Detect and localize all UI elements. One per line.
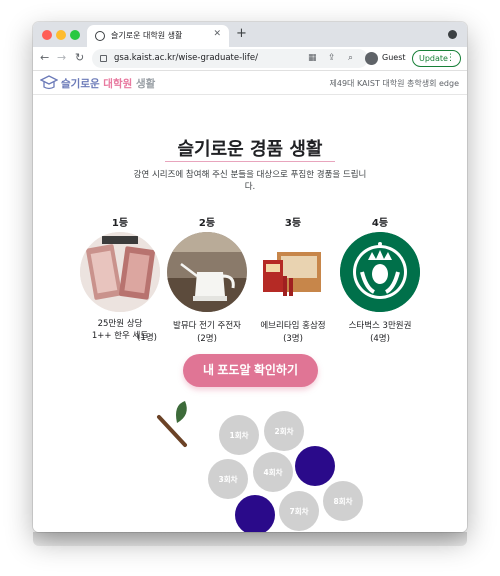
reload-icon[interactable]: ↻ (75, 51, 84, 64)
close-tab-icon[interactable]: ✕ (213, 29, 221, 39)
profile-label[interactable]: Guest (382, 53, 406, 62)
browser-window: 슬기로운 대학원 생활 ✕ + ← → ↻ gsa.kaist.ac.kr/wi… (33, 22, 467, 532)
update-button[interactable]: Update ⋮ (412, 50, 461, 67)
zoom-icon[interactable]: ⌕ (348, 53, 353, 63)
minimize-window-button[interactable] (56, 30, 66, 40)
page-subtitle: 강연 시리즈에 참여해 주신 분들을 대상으로 푸짐한 경품을 드립니다. (133, 170, 367, 192)
prize-3-rank: 3등 (284, 218, 302, 229)
grape-stem-icon (157, 401, 187, 447)
grape-7[interactable]: 7회차 (279, 491, 319, 531)
tab-strip: 슬기로운 대학원 생활 ✕ + (33, 22, 467, 47)
kebab-menu-icon: ⋮ (446, 53, 455, 63)
site-title-part-3: 생활 (135, 78, 156, 90)
grape-4[interactable]: 4회차 (253, 452, 293, 492)
share-icon[interactable]: ⇪ (328, 53, 336, 63)
prize-1-rank: 1등 (111, 218, 129, 229)
grape-3[interactable]: 3회차 (208, 459, 248, 499)
url-text[interactable]: gsa.kaist.ac.kr/wise-graduate-life/ (114, 53, 258, 63)
lock-icon[interactable] (100, 55, 107, 62)
prize-4-rank: 4등 (371, 218, 389, 229)
qr-code-icon[interactable]: ▦ (308, 53, 317, 63)
grape-label: 7회차 (289, 507, 309, 516)
window-shadow (33, 532, 467, 546)
grape-label: 8회차 (333, 497, 353, 506)
grape-label: 2회차 (274, 427, 294, 436)
grape-5[interactable] (295, 446, 335, 486)
site-title-part-2: 대학원 (103, 78, 133, 90)
graduation-cap-icon (40, 75, 58, 90)
close-window-button[interactable] (42, 30, 52, 40)
globe-icon (95, 31, 105, 41)
prize-1-count: (1명) (137, 333, 157, 343)
beef-gift-set-image (80, 232, 160, 312)
address-bar[interactable]: gsa.kaist.ac.kr/wise-graduate-life/ ▦ ⇪ … (92, 49, 368, 68)
grape-6[interactable] (235, 495, 275, 532)
organization-label: 제49대 KAIST 대학원 총학생회 edge (329, 79, 460, 88)
grape-1[interactable]: 1회차 (219, 415, 259, 455)
tab-search-icon[interactable] (448, 30, 457, 39)
profile-avatar-icon[interactable] (365, 52, 378, 65)
maximize-window-button[interactable] (70, 30, 80, 40)
site-title-link[interactable]: 슬기로운 대학원 생활 (61, 76, 155, 91)
check-my-grapes-button[interactable]: 내 포도알 확인하기 (183, 354, 318, 387)
forward-icon[interactable]: → (57, 51, 66, 64)
grape-label: 3회차 (218, 475, 238, 484)
site-title-part-1: 슬기로운 (61, 78, 100, 90)
prize-4-name: 스타벅스 3만원권 (348, 321, 412, 331)
page-title: 슬기로운 경품 생활 (177, 139, 323, 160)
red-ginseng-image (253, 232, 333, 312)
grape-label: 1회차 (229, 431, 249, 440)
main-content: 슬기로운 경품 생활 강연 시리즈에 참여해 주신 분들을 대상으로 푸짐한 경… (33, 95, 467, 532)
grape-8[interactable]: 8회차 (323, 481, 363, 521)
browser-toolbar: ← → ↻ gsa.kaist.ac.kr/wise-graduate-life… (33, 47, 467, 71)
new-tab-button[interactable]: + (236, 25, 247, 43)
update-label: Update (419, 54, 448, 63)
grape-2[interactable]: 2회차 (264, 411, 304, 451)
tab-title: 슬기로운 대학원 생활 (111, 31, 183, 40)
grape-stamp-board: 1회차 2회차 3회차 4회차 7회차 8회차 (153, 395, 363, 532)
prize-2-rank: 2등 (198, 218, 216, 229)
tab-active[interactable]: 슬기로운 대학원 생활 ✕ (87, 25, 229, 47)
starbucks-logo-image (340, 232, 420, 312)
grape-label: 4회차 (263, 468, 283, 477)
title-underline (165, 161, 335, 162)
prize-4-count: (4명) (370, 334, 390, 344)
electric-kettle-image (167, 232, 247, 312)
site-header: 슬기로운 대학원 생활 제49대 KAIST 대학원 총학생회 edge (33, 71, 467, 95)
check-my-grapes-label: 내 포도알 확인하기 (203, 363, 298, 377)
back-icon[interactable]: ← (40, 51, 49, 64)
